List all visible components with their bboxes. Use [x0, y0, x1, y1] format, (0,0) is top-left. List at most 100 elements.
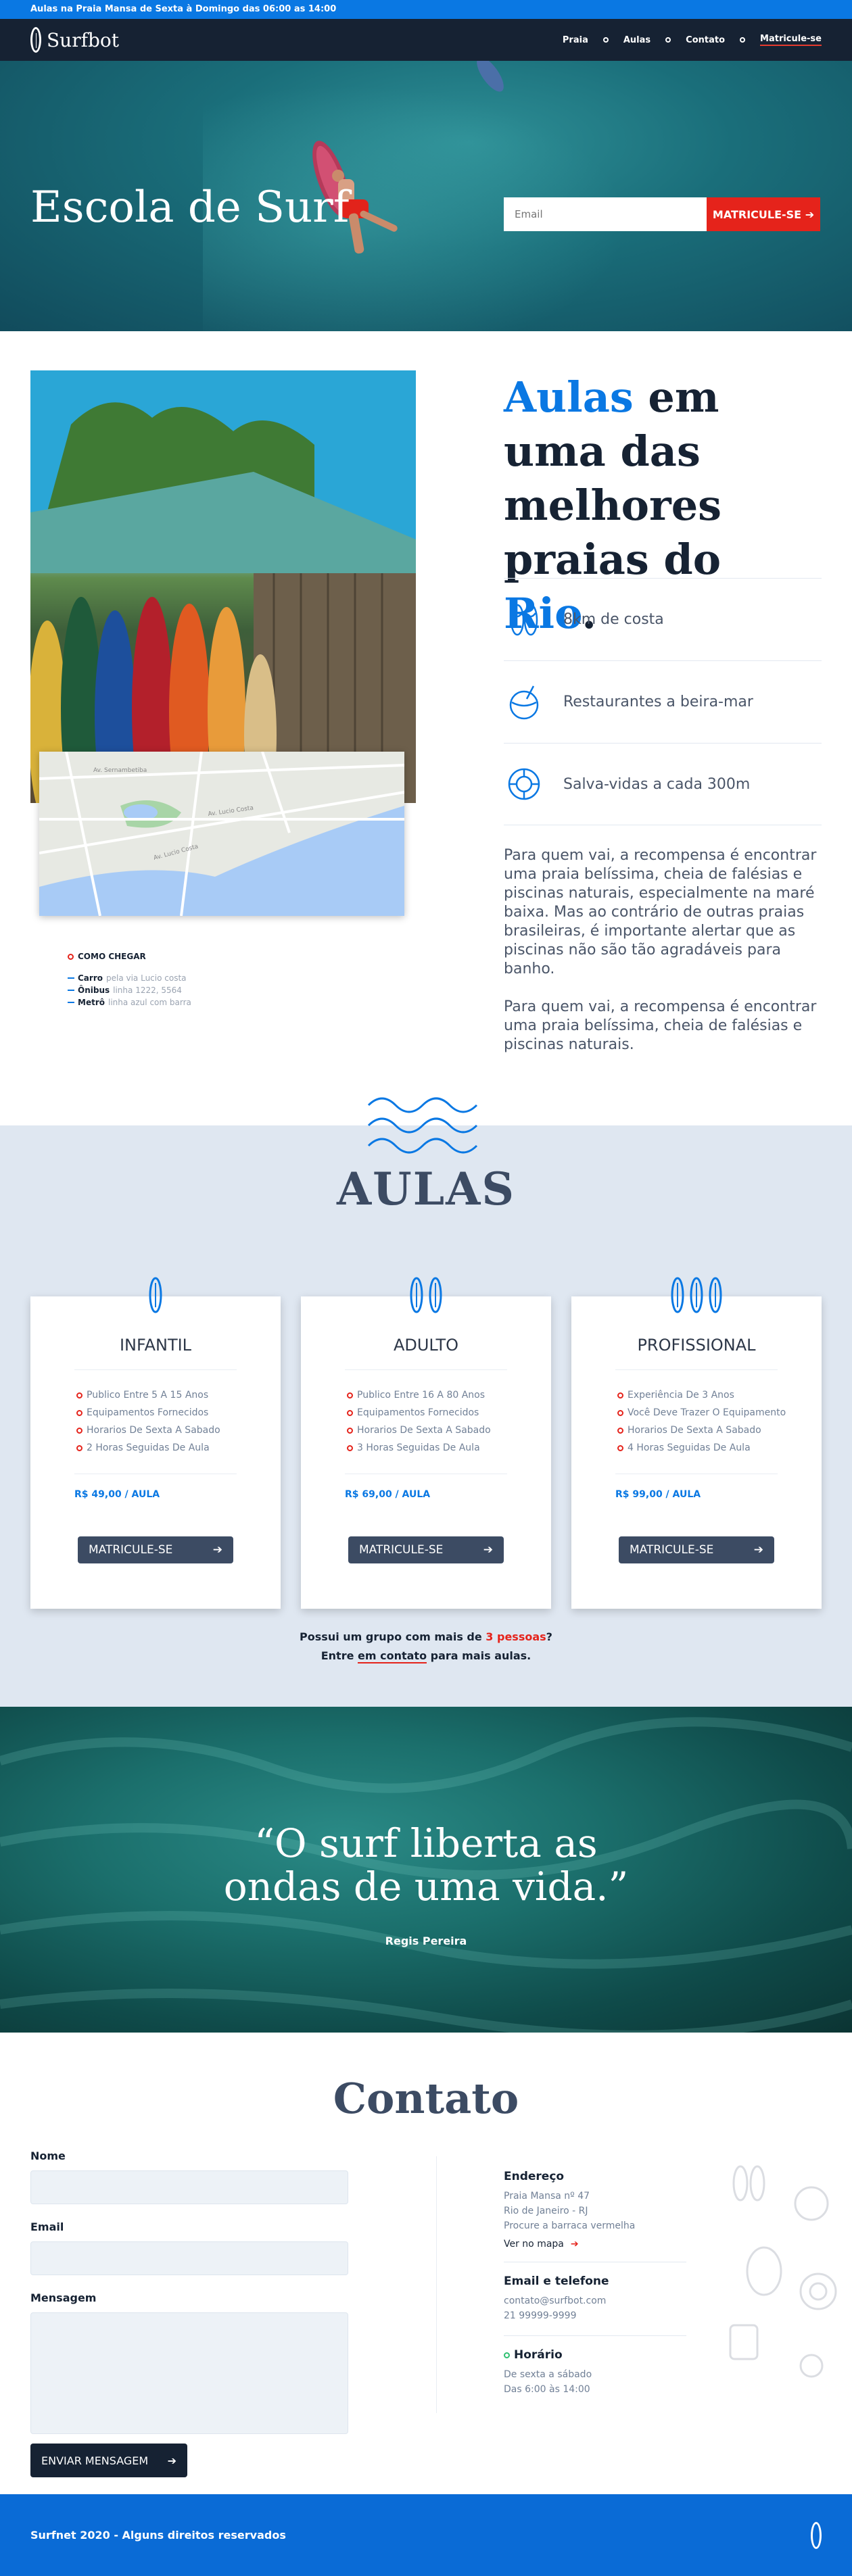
logo-text: Surfbot: [47, 28, 119, 51]
enroll-button[interactable]: MATRICULE-SE ➔: [619, 1536, 774, 1563]
group-size: 3 pessoas: [486, 1630, 546, 1643]
status-dot-icon: [504, 2352, 510, 2358]
main-navbar: Surfbot Praia Aulas Contato Matricule-se: [0, 19, 852, 61]
nav-item-praia[interactable]: Praia: [563, 35, 588, 45]
arrow-right-icon: ➔: [483, 1543, 493, 1557]
plan-card-profissional: PROFISSIONAL Experiência De 3 Anos Você …: [571, 1277, 822, 1609]
send-message-button[interactable]: ENVIAR MENSAGEM ➔: [30, 2444, 187, 2477]
surfboard-icon: [149, 1277, 162, 1313]
list-item: 2 Horas Seguidas De Aula: [76, 1442, 220, 1453]
svg-text:Av. Sernambetiba: Av. Sernambetiba: [93, 767, 147, 774]
enroll-button-label: MATRICULE-SE: [712, 208, 802, 221]
list-item: Horarios De Sexta A Sabado: [617, 1425, 786, 1436]
email-label: Email: [30, 2220, 64, 2233]
plan-price: R$ 69,00 / AULA: [345, 1489, 431, 1500]
logo[interactable]: Surfbot: [30, 27, 119, 53]
directions-row: Metrô linha azul com barra: [68, 998, 191, 1007]
list-item: Equipamentos Fornecidos: [76, 1407, 220, 1418]
message-field[interactable]: [30, 2312, 348, 2434]
quote-author: Regis Pereira: [385, 1935, 467, 1947]
contact-form: Nome Email Mensagem: [30, 2149, 348, 2450]
list-item: Equipamentos Fornecidos: [347, 1407, 491, 1418]
feature-item: 8km de costa: [504, 578, 822, 660]
list-item: Publico Entre 5 A 15 Anos: [76, 1390, 220, 1401]
list-item: Você Deve Trazer O Equipamento: [617, 1407, 786, 1418]
directions: COMO CHEGAR Carro pela via Lucio costa Ô…: [68, 952, 191, 1010]
group-note: Possui um grupo com mais de 3 pessoas? E…: [300, 1630, 552, 1663]
plan-name: PROFISSIONAL: [637, 1336, 756, 1355]
plan-name: INFANTIL: [119, 1336, 192, 1355]
map-link[interactable]: Ver no mapa ➔: [504, 2239, 686, 2250]
directions-row: Ônibus linha 1222, 5564: [68, 986, 191, 995]
feature-label: Restaurantes a beira-mar: [563, 694, 753, 710]
signup-form: MATRICULE-SE ➔: [504, 197, 820, 231]
surfboard-icon: [709, 1277, 722, 1313]
surfboard-icons: [301, 1276, 551, 1314]
lifebuoy-icon: [508, 768, 540, 800]
announcement-bar: Aulas na Praia Mansa de Sexta à Domingo …: [0, 0, 852, 19]
arrow-right-icon: ➔: [167, 2454, 176, 2467]
plan-features: Experiência De 3 Anos Você Deve Trazer O…: [617, 1390, 786, 1460]
divider: [436, 2156, 437, 2413]
list-item: Publico Entre 16 A 80 Anos: [347, 1390, 491, 1401]
plan-price: R$ 99,00 / AULA: [615, 1489, 701, 1500]
arrow-right-icon: ➔: [753, 1543, 763, 1557]
email-input[interactable]: [504, 197, 707, 231]
address-heading: Endereço: [504, 2170, 565, 2183]
surfboard-icon: [30, 27, 41, 53]
name-label: Nome: [30, 2149, 66, 2162]
nav-item-aulas[interactable]: Aulas: [623, 35, 650, 45]
dot-separator-icon: [740, 37, 746, 43]
waves-icon: [367, 1097, 478, 1154]
about-paragraph: Para quem vai, a recompensa é encontrar …: [504, 847, 817, 977]
quote-text: “O surf liberta as ondas de uma vida.”: [223, 1820, 629, 1910]
plan-price: R$ 49,00 / AULA: [74, 1489, 160, 1500]
list-item: 4 Horas Seguidas De Aula: [617, 1442, 786, 1453]
location-map[interactable]: Av. Lucio Costa Av. Lucio Costa Av. Sern…: [39, 752, 404, 916]
feature-item: Salva-vidas a cada 300m: [504, 743, 822, 825]
aulas-title: AULAS: [336, 1163, 516, 1215]
arrow-right-icon: ➔: [570, 2239, 579, 2250]
contact-link[interactable]: em contato: [358, 1649, 427, 1663]
surfboard-icon: [811, 2521, 822, 2549]
about-paragraph: Para quem vai, a recompensa é encontrar …: [504, 998, 817, 1053]
about-text: Para quem vai, a recompensa é encontrar …: [504, 846, 822, 1073]
list-item: Horarios De Sexta A Sabado: [347, 1425, 491, 1436]
arrow-right-icon: ➔: [212, 1543, 222, 1557]
flip-flops-icon: [510, 604, 538, 635]
enroll-button[interactable]: MATRICULE-SE ➔: [78, 1536, 233, 1563]
footer-text: Surfnet 2020 - Alguns direitos reservado…: [30, 2529, 286, 2542]
hero-title: Escola de Surf: [30, 183, 350, 233]
nav-item-contato[interactable]: Contato: [686, 35, 725, 45]
email-field[interactable]: [30, 2241, 348, 2275]
dot-separator-icon: [602, 37, 609, 43]
enroll-button[interactable]: MATRICULE-SE ➔: [348, 1536, 504, 1563]
plan-card-infantil: INFANTIL Publico Entre 5 A 15 Anos Equip…: [30, 1277, 281, 1609]
directions-heading: COMO CHEGAR: [68, 952, 191, 961]
enroll-button[interactable]: MATRICULE-SE ➔: [707, 197, 820, 231]
list-item: Horarios De Sexta A Sabado: [76, 1425, 220, 1436]
hours-heading: Horário: [504, 2348, 686, 2362]
decorative-beach-icons: [729, 2165, 837, 2378]
features-list: 8km de costa Restaurantes a beira-mar Sa…: [504, 578, 822, 825]
announcement-text: Aulas na Praia Mansa de Sexta à Domingo …: [30, 4, 337, 14]
surfboard-icon: [410, 1277, 423, 1313]
bullet-icon: [68, 953, 74, 960]
list-item: Experiência De 3 Anos: [617, 1390, 786, 1401]
dot-separator-icon: [665, 37, 671, 43]
surfboard-icons: [571, 1276, 822, 1314]
surfboards-photo: [30, 370, 416, 803]
name-field[interactable]: [30, 2170, 348, 2204]
footer: Surfnet 2020 - Alguns direitos reservado…: [0, 2494, 852, 2576]
message-label: Mensagem: [30, 2291, 97, 2304]
nav-item-matricule[interactable]: Matricule-se: [760, 34, 822, 46]
contact-title: Contato: [333, 2074, 519, 2123]
arrow-right-icon: ➔: [805, 208, 815, 221]
contact-info: Endereço Praia Mansa nº 47 Rio de Janeir…: [504, 2170, 686, 2397]
surfboard-icon: [429, 1277, 442, 1313]
coconut-drink-icon: [509, 685, 539, 719]
phone-heading: Email e telefone: [504, 2275, 609, 2288]
surfboard-icon: [690, 1277, 703, 1313]
plan-name: ADULTO: [393, 1336, 459, 1355]
feature-item: Restaurantes a beira-mar: [504, 660, 822, 743]
